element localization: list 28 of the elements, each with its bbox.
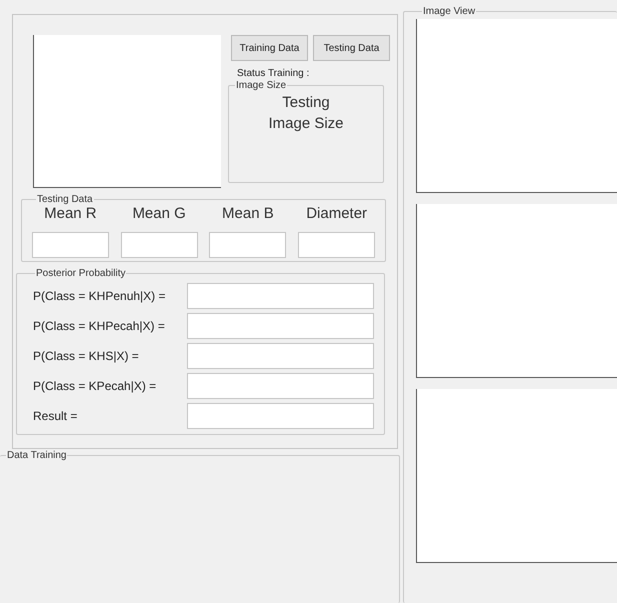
probability-label: P(Class = KPecah|X) = [33,379,156,393]
group-title: Testing Data [36,194,94,205]
probability-label: P(Class = KHS|X) = [33,349,139,363]
feature-label: Mean G [132,205,186,222]
data-button[interactable]: Training Data [231,35,308,61]
image-size-text: Testing [282,94,330,112]
feature-label: Mean B [222,205,274,222]
group-title: Posterior Probability [35,268,126,279]
data-button[interactable]: Testing Data [313,35,390,61]
probability-label: Result = [33,409,78,423]
group-title: Image Size [235,80,288,91]
feature-label: Mean R [44,205,97,222]
status-label: Status Training : [237,68,310,79]
feature-field[interactable] [32,232,109,258]
group-title: Data Training [6,450,68,461]
probability-field[interactable] [187,343,374,369]
feature-field[interactable] [209,232,286,258]
probability-label: P(Class = KHPenuh|X) = [33,289,166,303]
probability-field[interactable] [187,313,374,339]
feature-field[interactable] [298,232,376,258]
group-title: Image View [422,6,476,17]
probability-field[interactable] [187,403,374,429]
feature-label: Diameter [306,205,368,222]
probability-field[interactable] [187,373,374,399]
probability-label: P(Class = KHPecah|X) = [33,319,165,333]
probability-field[interactable] [187,283,374,309]
feature-field[interactable] [120,232,198,258]
image-size-text: Image Size [268,115,344,133]
